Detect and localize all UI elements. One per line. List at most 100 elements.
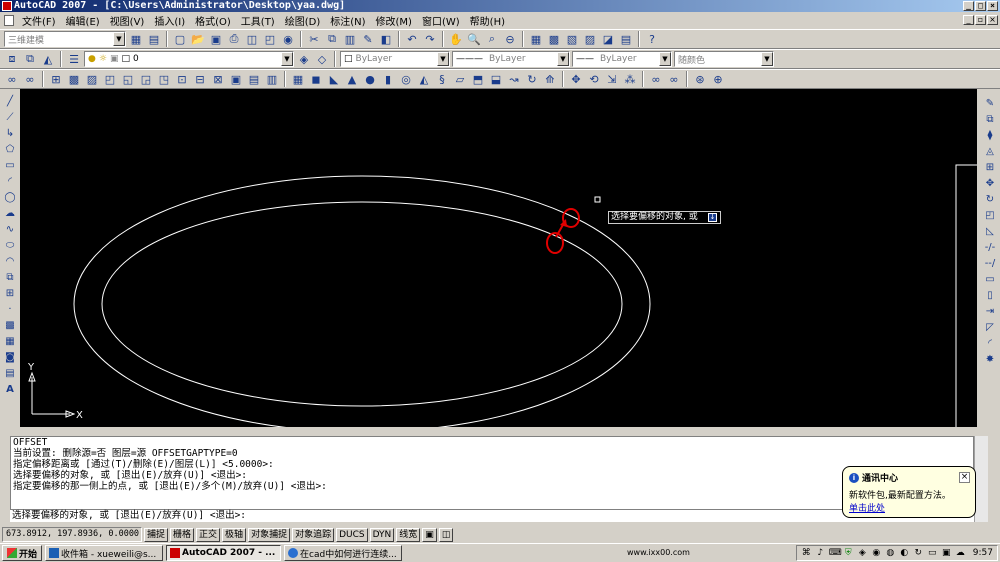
- drawing-area[interactable]: Y X: [20, 89, 977, 433]
- plotstyle-dropdown[interactable]: 随颜色 ▼: [674, 51, 774, 67]
- ucs-zaxis-icon[interactable]: ⊡: [174, 71, 190, 87]
- menu-file[interactable]: 文件(F): [17, 13, 61, 28]
- wedge-icon[interactable]: ◣: [326, 71, 342, 87]
- 3d-align-icon[interactable]: ⇲: [604, 71, 620, 87]
- document-icon[interactable]: [4, 15, 14, 26]
- antivirus-icon[interactable]: ◐: [899, 548, 910, 559]
- continuous-orbit-icon[interactable]: ∞: [666, 71, 682, 87]
- layer-states-icon[interactable]: ☰: [66, 51, 82, 67]
- workspace-settings-icon[interactable]: ▦: [128, 31, 144, 47]
- sync-icon[interactable]: ↻: [913, 548, 924, 559]
- model-space-icon[interactable]: ▣: [422, 527, 437, 542]
- insert-block-icon[interactable]: ⧉: [2, 269, 18, 285]
- ducs-toggle[interactable]: DUCS: [336, 527, 368, 542]
- navigation-icon[interactable]: ⊛: [692, 71, 708, 87]
- loft-icon[interactable]: ⟰: [542, 71, 558, 87]
- menu-help[interactable]: 帮助(H): [465, 13, 510, 28]
- chevron-down-icon[interactable]: ▼: [761, 52, 773, 66]
- disk-icon[interactable]: ▭: [927, 548, 938, 559]
- input-method-icon[interactable]: ⌨: [829, 548, 842, 559]
- start-button[interactable]: 开始: [2, 545, 43, 561]
- ucs-object-icon[interactable]: ◱: [120, 71, 136, 87]
- speaker-icon[interactable]: ♪: [815, 548, 826, 559]
- snap-toggle[interactable]: 捕捉: [144, 527, 169, 542]
- balloon-link[interactable]: 单击此处: [849, 501, 969, 514]
- menu-insert[interactable]: 插入(I): [149, 13, 190, 28]
- chevron-down-icon[interactable]: ▼: [557, 52, 569, 66]
- point-icon[interactable]: ·: [2, 301, 18, 317]
- shield-icon[interactable]: ◈: [857, 548, 868, 559]
- planar-surface-icon[interactable]: ▱: [452, 71, 468, 87]
- ucs-x-icon[interactable]: ⊠: [210, 71, 226, 87]
- doc-close-button[interactable]: ×: [987, 15, 998, 25]
- arc-icon[interactable]: ◜: [2, 173, 18, 189]
- break-at-point-icon[interactable]: ▭: [982, 271, 998, 287]
- chevron-down-icon[interactable]: ▼: [281, 52, 293, 66]
- ucs-origin-icon[interactable]: ◳: [156, 71, 172, 87]
- offset-icon[interactable]: ◬: [982, 143, 998, 159]
- match-properties-icon[interactable]: ✎: [360, 31, 376, 47]
- security-icon[interactable]: ⛨: [843, 548, 854, 559]
- down-arrow-icon[interactable]: ↓: [708, 213, 717, 222]
- ellipse-arc-icon[interactable]: ◠: [2, 253, 18, 269]
- layer-previous-2-icon[interactable]: ◇: [314, 51, 330, 67]
- polar-toggle[interactable]: 极轴: [222, 527, 247, 542]
- linetype-dropdown[interactable]: ——— ByLayer ▼: [452, 51, 570, 67]
- dyn-toggle[interactable]: DYN: [369, 527, 395, 542]
- cloud-icon[interactable]: ☁: [955, 548, 966, 559]
- autocad-app-icon[interactable]: [2, 1, 12, 11]
- task-outlook[interactable]: 收件箱 - xueweili@s...: [45, 545, 164, 561]
- tool-palettes-icon[interactable]: ▧: [564, 31, 580, 47]
- osnap-toggle[interactable]: 对象捕捉: [248, 527, 291, 542]
- lineweight-dropdown[interactable]: —— ByLayer ▼: [572, 51, 672, 67]
- layer-dropdown[interactable]: ● ☼ ▣ □ 0 ▼: [84, 51, 294, 67]
- save-icon[interactable]: ▣: [208, 31, 224, 47]
- doc-restore-button[interactable]: ▫: [975, 15, 986, 25]
- circle-icon[interactable]: ◯: [2, 189, 18, 205]
- layer-match-icon[interactable]: ◭: [40, 51, 56, 67]
- ortho-toggle[interactable]: 正交: [196, 527, 221, 542]
- rectangle-icon[interactable]: ▭: [2, 157, 18, 173]
- workspace-dropdown[interactable]: 三维建模 ▼: [4, 31, 126, 47]
- array-icon[interactable]: ⊞: [982, 159, 998, 175]
- sheet-set-icon[interactable]: ▨: [582, 31, 598, 47]
- ellipse-icon[interactable]: ⬭: [2, 237, 18, 253]
- ucs-face-icon[interactable]: ◰: [102, 71, 118, 87]
- help-icon[interactable]: ?: [644, 31, 660, 47]
- helix-icon[interactable]: §: [434, 71, 450, 87]
- 3d-dwf-icon[interactable]: ◉: [280, 31, 296, 47]
- spline-icon[interactable]: ∿: [2, 221, 18, 237]
- orbit-2-icon[interactable]: ∞: [648, 71, 664, 87]
- polygon-icon[interactable]: ⬠: [2, 141, 18, 157]
- 3d-move-icon[interactable]: ✥: [568, 71, 584, 87]
- workspace-save-icon[interactable]: ▤: [146, 31, 162, 47]
- walk-icon[interactable]: ⊕: [710, 71, 726, 87]
- copy-icon[interactable]: ⧉: [324, 31, 340, 47]
- print-preview-icon[interactable]: ◫: [244, 31, 260, 47]
- color-dropdown[interactable]: □ ByLayer ▼: [340, 51, 450, 67]
- box-icon[interactable]: ◼: [308, 71, 324, 87]
- pan-icon[interactable]: ✋: [448, 31, 464, 47]
- network-icon[interactable]: ⌘: [801, 548, 812, 559]
- ucs-view-icon[interactable]: ◲: [138, 71, 154, 87]
- copy-object-icon[interactable]: ⧉: [982, 111, 998, 127]
- task-autocad[interactable]: AutoCAD 2007 - ...: [166, 545, 282, 561]
- menu-tools[interactable]: 工具(T): [236, 13, 280, 28]
- quick-view-icon[interactable]: ◫: [438, 527, 454, 542]
- ucs-icon[interactable]: ⊞: [48, 71, 64, 87]
- stretch-icon[interactable]: ◺: [982, 223, 998, 239]
- close-button[interactable]: ×: [987, 1, 998, 11]
- line-icon[interactable]: ╱: [2, 93, 18, 109]
- coordinate-readout[interactable]: 673.8912, 197.8936, 0.0000: [2, 527, 142, 542]
- orbit-icon[interactable]: ∞: [4, 71, 20, 87]
- mirror-icon[interactable]: ⧫: [982, 127, 998, 143]
- layer-manager-icon[interactable]: ⧈: [4, 51, 20, 67]
- new-icon[interactable]: ▢: [172, 31, 188, 47]
- menu-modify[interactable]: 修改(M): [371, 13, 417, 28]
- free-orbit-icon[interactable]: ∞: [22, 71, 38, 87]
- menu-dimension[interactable]: 标注(N): [325, 13, 370, 28]
- extend-icon[interactable]: --/: [982, 255, 998, 271]
- zoom-window-icon[interactable]: ⌕: [484, 31, 500, 47]
- calculator-icon[interactable]: ▤: [618, 31, 634, 47]
- make-current-icon[interactable]: ◈: [296, 51, 312, 67]
